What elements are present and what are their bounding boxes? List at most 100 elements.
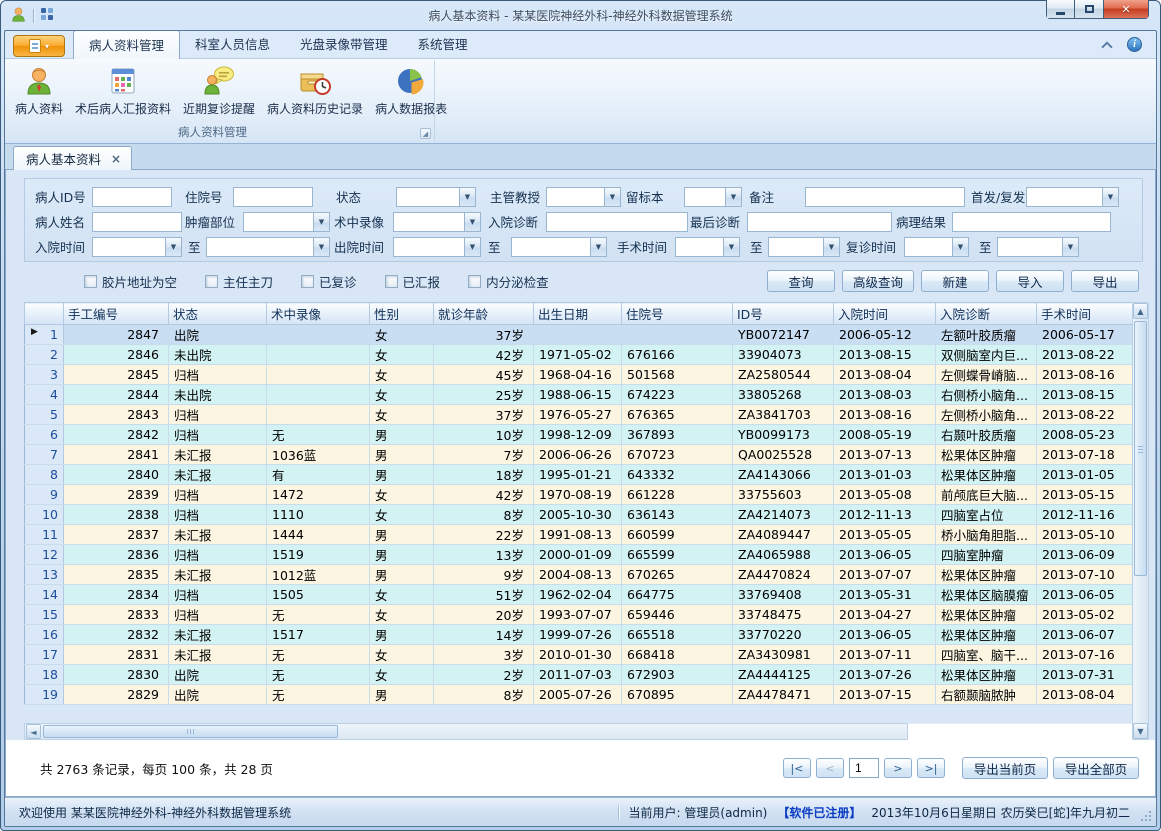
cell-video[interactable]: 1517 (267, 625, 370, 645)
col-header-age[interactable]: 就诊年龄 (434, 303, 534, 325)
cell-manual-no[interactable]: 2836 (64, 545, 169, 565)
col-header-gender[interactable]: 性别 (370, 303, 434, 325)
resize-grip[interactable] (1149, 819, 1151, 821)
row-selector-cell[interactable]: ▶19 (25, 685, 64, 705)
cell-admit-time[interactable]: 2013-08-03 (834, 385, 936, 405)
cell-id[interactable]: ZA4444125 (733, 665, 834, 685)
final-dx-input[interactable] (747, 212, 892, 232)
table-row[interactable]: ▶5 2843 归档 女 37岁 1976-05-27 676365 ZA384… (25, 405, 1133, 425)
cell-surgery-time[interactable]: 2013-08-22 (1037, 405, 1133, 425)
cell-id[interactable]: 33770220 (733, 625, 834, 645)
chevron-down-icon[interactable]: ▼ (723, 238, 739, 256)
remark-input[interactable] (805, 187, 965, 207)
chevron-down-icon[interactable]: ▼ (165, 238, 181, 256)
cell-diagnosis[interactable]: 四脑室占位 (936, 505, 1037, 525)
cell-admission-no[interactable]: 664775 (622, 585, 733, 605)
filter-checkbox[interactable]: 主任主刀 (205, 272, 273, 291)
row-selector-cell[interactable]: ▶16 (25, 625, 64, 645)
close-button[interactable]: ✕ (1104, 0, 1149, 19)
cell-gender[interactable]: 女 (370, 345, 434, 365)
cell-gender[interactable]: 男 (370, 425, 434, 445)
cell-admit-time[interactable]: 2012-11-13 (834, 505, 936, 525)
chevron-down-icon[interactable]: ▼ (590, 238, 606, 256)
tumor-site-combo[interactable]: ▼ (243, 212, 330, 232)
cell-manual-no[interactable]: 2831 (64, 645, 169, 665)
row-selector-cell[interactable]: ▶12 (25, 545, 64, 565)
cell-admit-time[interactable]: 2013-05-31 (834, 585, 936, 605)
cell-gender[interactable]: 男 (370, 545, 434, 565)
cell-age[interactable]: 51岁 (434, 585, 534, 605)
patient-name-input[interactable] (92, 212, 182, 232)
table-row[interactable]: ▶11 2837 未汇报 1444 男 22岁 1991-08-13 66059… (25, 525, 1133, 545)
cell-birth[interactable]: 1991-08-13 (534, 525, 622, 545)
cell-manual-no[interactable]: 2830 (64, 665, 169, 685)
row-selector-cell[interactable]: ▶11 (25, 525, 64, 545)
action-button[interactable]: 导出 (1071, 270, 1139, 292)
cell-surgery-time[interactable]: 2013-08-16 (1037, 365, 1133, 385)
cell-surgery-time[interactable]: 2013-08-22 (1037, 345, 1133, 365)
cell-manual-no[interactable]: 2845 (64, 365, 169, 385)
cell-status[interactable]: 归档 (169, 505, 267, 525)
cell-admission-no[interactable]: 672903 (622, 665, 733, 685)
row-selector-cell[interactable]: ▶2 (25, 345, 64, 365)
cell-admission-no[interactable] (622, 325, 733, 345)
row-selector-cell[interactable]: ▶9 (25, 485, 64, 505)
ribbon-tab[interactable]: 系统管理 (403, 30, 483, 58)
cell-diagnosis[interactable]: 右颞叶胶质瘤 (936, 425, 1037, 445)
cell-birth[interactable]: 2006-06-26 (534, 445, 622, 465)
cell-admission-no[interactable]: 665599 (622, 545, 733, 565)
minimize-button[interactable] (1046, 0, 1075, 19)
followup-time-to-combo[interactable]: ▼ (997, 237, 1079, 257)
row-selector-cell[interactable]: ▶13 (25, 565, 64, 585)
cell-manual-no[interactable]: 2840 (64, 465, 169, 485)
cell-id[interactable]: 33748475 (733, 605, 834, 625)
cell-birth[interactable] (534, 325, 622, 345)
cell-birth[interactable]: 1971-05-02 (534, 345, 622, 365)
cell-diagnosis[interactable]: 右侧桥小脑角... (936, 385, 1037, 405)
cell-manual-no[interactable]: 2837 (64, 525, 169, 545)
filter-checkbox[interactable]: 已复诊 (301, 272, 357, 291)
chevron-down-icon[interactable]: ▼ (823, 238, 839, 256)
cell-diagnosis[interactable]: 松果体区肿瘤 (936, 625, 1037, 645)
cell-manual-no[interactable]: 2833 (64, 605, 169, 625)
cell-manual-no[interactable]: 2829 (64, 685, 169, 705)
cell-diagnosis[interactable]: 松果体区肿瘤 (936, 565, 1037, 585)
cell-video[interactable] (267, 345, 370, 365)
professor-combo[interactable]: ▼ (546, 187, 621, 207)
cell-admission-no[interactable]: 636143 (622, 505, 733, 525)
cell-status[interactable]: 归档 (169, 585, 267, 605)
checkbox-box[interactable] (205, 275, 218, 288)
table-row[interactable]: ▶8 2840 未汇报 有 男 18岁 1995-01-21 643332 ZA… (25, 465, 1133, 485)
chevron-down-icon[interactable]: ▼ (725, 188, 741, 206)
cell-video[interactable]: 1519 (267, 545, 370, 565)
table-row[interactable]: ▶6 2842 归档 无 男 10岁 1998-12-09 367893 YB0… (25, 425, 1133, 445)
table-row[interactable]: ▶7 2841 未汇报 1036蓝 男 7岁 2006-06-26 670723… (25, 445, 1133, 465)
cell-video[interactable]: 无 (267, 425, 370, 445)
cell-admission-no[interactable]: 670895 (622, 685, 733, 705)
chevron-down-icon[interactable]: ▼ (313, 238, 329, 256)
checkbox-box[interactable] (84, 275, 97, 288)
col-header-surgery-time[interactable]: 手术时间 (1037, 303, 1133, 325)
row-selector-cell[interactable]: ▶4 (25, 385, 64, 405)
cell-diagnosis[interactable]: 松果体区肿瘤 (936, 445, 1037, 465)
cell-surgery-time[interactable]: 2013-06-09 (1037, 545, 1133, 565)
table-row[interactable]: ▶1 2847 出院 女 37岁 YB0072147 2006-05- (25, 325, 1133, 345)
cell-admission-no[interactable]: 668418 (622, 645, 733, 665)
cell-admit-time[interactable]: 2013-07-13 (834, 445, 936, 465)
cell-surgery-time[interactable]: 2008-05-23 (1037, 425, 1133, 445)
cell-birth[interactable]: 1988-06-15 (534, 385, 622, 405)
history-record-button[interactable]: 病人资料历史记录 (261, 63, 369, 118)
admit-dx-input[interactable] (546, 212, 688, 232)
cell-diagnosis[interactable]: 松果体区肿瘤 (936, 605, 1037, 625)
cell-diagnosis[interactable]: 松果体区肿瘤 (936, 665, 1037, 685)
cell-status[interactable]: 未汇报 (169, 525, 267, 545)
export-current-page-button[interactable]: 导出当前页 (962, 757, 1048, 779)
dialog-launcher-icon[interactable]: ◢ (420, 128, 431, 139)
cell-surgery-time[interactable]: 2012-11-16 (1037, 505, 1133, 525)
row-selector-cell[interactable]: ▶10 (25, 505, 64, 525)
cell-status[interactable]: 归档 (169, 425, 267, 445)
vertical-scroll-thumb[interactable] (1134, 321, 1147, 576)
scroll-up-icon[interactable]: ▲ (1133, 303, 1148, 319)
cell-diagnosis[interactable]: 左侧蝶骨嵴脑... (936, 365, 1037, 385)
ribbon-collapse-icon[interactable] (1101, 41, 1112, 52)
